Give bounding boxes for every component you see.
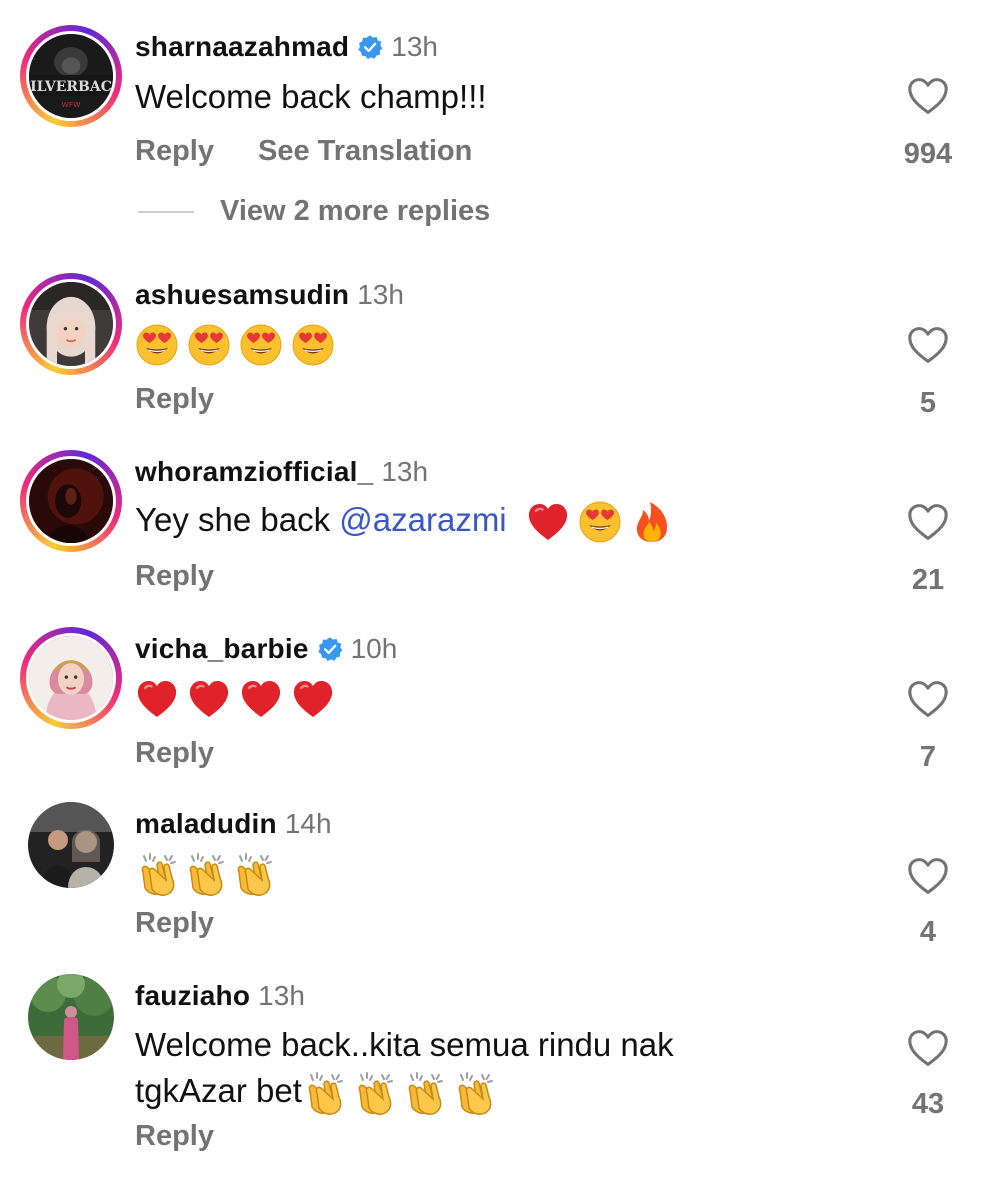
comment-username[interactable]: ashuesamsudin (135, 279, 349, 311)
view-more-replies[interactable]: View 2 more replies (138, 195, 490, 228)
like-count: 21 (911, 564, 945, 596)
clapping-hands-emoji-icon (302, 1071, 346, 1115)
reply-button[interactable]: Reply (135, 1120, 214, 1153)
reply-button[interactable]: Reply (135, 737, 214, 770)
like-control: 43 (898, 1028, 958, 1121)
comment-username[interactable]: vicha_barbie (135, 633, 309, 665)
verified-badge-icon (357, 34, 383, 60)
heart-outline-icon[interactable] (906, 502, 950, 542)
comment-header: sharnaazahmad 13h (135, 27, 438, 67)
comment-text-content: Yey she back (135, 501, 340, 538)
reply-button[interactable]: Reply (135, 560, 214, 593)
avatar[interactable] (28, 974, 130, 1076)
comment-text: Welcome back champ!!! (135, 78, 487, 115)
comment-text-line: tgkAzar bet (135, 1068, 674, 1115)
comment-timestamp: 13h (258, 980, 305, 1011)
comment-actions: Reply See Translation (135, 135, 472, 168)
reply-button[interactable]: Reply (135, 383, 214, 416)
like-control: 21 (898, 502, 958, 597)
comment-header: fauziaho 13h (135, 976, 305, 1016)
avatar-image: ILVERBAC WFW (29, 34, 113, 118)
red-heart-emoji-icon (291, 677, 335, 721)
avatar[interactable] (20, 627, 122, 729)
red-heart-emoji-icon (526, 500, 570, 544)
red-heart-emoji-icon (135, 677, 179, 721)
comment-username[interactable]: fauziaho (135, 980, 250, 1012)
verified-badge-icon (317, 636, 343, 662)
avatar-image (28, 974, 114, 1060)
comment-actions: Reply (135, 1120, 214, 1153)
like-control: 4 (898, 856, 958, 949)
comment-text: Welcome back..kita semua rindu nak tgkAz… (135, 1022, 674, 1115)
clapping-hands-emoji-icon (231, 852, 275, 896)
comment-actions: Reply (135, 737, 214, 770)
comment-header: whoramziofficial_ 13h (135, 452, 428, 492)
comment-timestamp: 13h (391, 31, 438, 62)
comment-header: ashuesamsudin 13h (135, 275, 404, 315)
comment-username[interactable]: maladudin (135, 808, 277, 840)
comment-text (135, 675, 335, 721)
comment-text: Yey she back @azarazmi (135, 498, 674, 544)
comment-username[interactable]: whoramziofficial_ (135, 456, 373, 488)
red-heart-emoji-icon (239, 677, 283, 721)
comment-text (135, 321, 335, 367)
heart-outline-icon[interactable] (906, 325, 950, 365)
heart-eyes-emoji-icon (291, 323, 335, 367)
heart-eyes-emoji-icon (239, 323, 283, 367)
clapping-hands-emoji-icon (183, 852, 227, 896)
heart-eyes-emoji-icon (187, 323, 231, 367)
comment-timestamp: 13h (357, 279, 404, 310)
avatar[interactable] (28, 802, 130, 904)
comment-username[interactable]: sharnaazahmad (135, 31, 349, 63)
comment-text (135, 850, 275, 896)
like-count: 994 (903, 138, 953, 170)
avatar-image (29, 459, 113, 543)
view-replies-label[interactable]: View 2 more replies (220, 195, 490, 228)
avatar-image (29, 636, 113, 720)
clapping-hands-emoji-icon (135, 852, 179, 896)
mention-link[interactable]: @azarazmi (339, 501, 506, 538)
comment-timestamp: 14h (284, 808, 332, 839)
svg-text:WFW: WFW (61, 100, 81, 109)
comment-actions: Reply (135, 560, 214, 593)
clapping-hands-emoji-icon (352, 1071, 396, 1115)
divider-line (138, 210, 194, 213)
comment-header: vicha_barbie 10h (135, 629, 397, 669)
heart-outline-icon[interactable] (906, 856, 950, 896)
avatar-image (29, 282, 113, 366)
avatar[interactable] (20, 450, 122, 552)
comment-header: maladudin 14h (135, 804, 332, 844)
like-count: 7 (919, 741, 937, 773)
comment-actions: Reply (135, 907, 214, 940)
like-count: 5 (919, 387, 937, 419)
heart-eyes-emoji-icon (135, 323, 179, 367)
svg-text:ILVERBAC: ILVERBAC (30, 79, 112, 95)
heart-outline-icon[interactable] (906, 76, 950, 116)
comment-timestamp: 13h (381, 456, 429, 487)
reply-button[interactable]: Reply (135, 135, 214, 168)
reply-button[interactable]: Reply (135, 907, 214, 940)
heart-eyes-emoji-icon (578, 500, 622, 544)
like-control: 5 (898, 325, 958, 420)
heart-outline-icon[interactable] (906, 1028, 950, 1068)
comment-timestamp: 10h (350, 633, 398, 664)
comment-actions: Reply (135, 383, 214, 416)
heart-outline-icon[interactable] (906, 679, 950, 719)
clapping-hands-emoji-icon (402, 1071, 446, 1115)
like-control: 7 (898, 679, 958, 774)
like-count: 43 (911, 1088, 945, 1120)
avatar[interactable]: ILVERBAC WFW (20, 25, 122, 127)
fire-emoji-icon (630, 500, 674, 544)
avatar[interactable] (20, 273, 122, 375)
like-count: 4 (919, 916, 937, 948)
like-control: 994 (898, 76, 958, 171)
clapping-hands-emoji-icon (452, 1071, 496, 1115)
comment-text-content: tgkAzar bet (135, 1072, 302, 1109)
avatar-image (28, 802, 114, 888)
red-heart-emoji-icon (187, 677, 231, 721)
comment-text-line: Welcome back..kita semua rindu nak (135, 1026, 674, 1063)
see-translation-button[interactable]: See Translation (258, 135, 472, 168)
